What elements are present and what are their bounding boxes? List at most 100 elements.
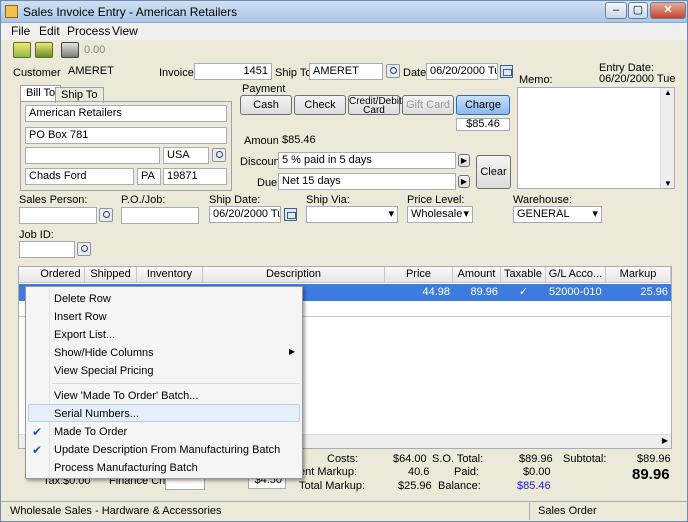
check-button[interactable]: Check — [294, 95, 346, 115]
payment-label: Payment — [242, 83, 286, 95]
toolbar-amount: 0.00 — [84, 44, 106, 56]
cash-button[interactable]: Cash — [240, 95, 292, 115]
menu-separator — [52, 383, 300, 384]
grid-header: Ordered Shipped Inventory Description Pr… — [19, 267, 671, 283]
job-id-field[interactable] — [19, 241, 75, 258]
menu-item-made-to-order[interactable]: Made To Order — [54, 426, 127, 438]
scroll-right-icon[interactable]: ▶ — [662, 436, 668, 445]
menu-view[interactable]: View — [112, 24, 138, 38]
credit-debit-button[interactable]: Credit/Debit Card — [348, 95, 402, 116]
invoice-window: Sales Invoice Entry - American Retailers… — [0, 0, 688, 522]
invoice-field[interactable]: 1451 — [194, 63, 272, 80]
update-description-check-icon: ✔ — [32, 443, 43, 457]
clear-button[interactable]: Clear — [476, 155, 511, 189]
bill-city-field[interactable]: Chads Ford — [25, 168, 134, 185]
bill-address1-field[interactable]: PO Box 781 — [25, 127, 227, 144]
date-field[interactable]: 06/20/2000 Tue — [426, 63, 498, 80]
calculator-icon[interactable] — [61, 42, 79, 58]
so-total-value: $89.96 — [519, 453, 553, 465]
menu-item-export-list[interactable]: Export List... — [54, 329, 115, 341]
salesperson-lookup-icon[interactable] — [99, 208, 113, 222]
col-ordered[interactable]: Ordered — [37, 267, 85, 283]
bill-address2-field[interactable] — [25, 147, 160, 164]
ship-to-field[interactable]: AMERET — [309, 63, 383, 80]
menu-item-update-description[interactable]: Update Description From Manufacturing Ba… — [54, 444, 280, 456]
price-level-select[interactable]: Wholesale — [407, 206, 473, 223]
po-job-label: P.O./Job: — [121, 194, 166, 206]
ship-date-field[interactable]: 06/20/2000 Tue — [209, 206, 281, 223]
col-gl-account[interactable]: G/L Acco... — [546, 267, 606, 283]
close-button[interactable]: ✕ — [650, 2, 686, 19]
menu-file[interactable]: File — [11, 24, 30, 38]
grand-total: 89.96 — [632, 466, 670, 483]
scroll-up-icon[interactable]: ▲ — [664, 88, 672, 97]
memo-textarea[interactable]: ▲ ▼ — [517, 87, 675, 189]
col-markup[interactable]: Markup — [606, 267, 671, 283]
paid-value: $0.00 — [523, 466, 551, 478]
maximize-button[interactable]: ▢ — [628, 2, 648, 19]
col-shipped[interactable]: Shipped — [85, 267, 137, 283]
discount-expand-icon[interactable]: ▶ — [458, 154, 470, 167]
col-amount[interactable]: Amount — [453, 267, 501, 283]
bill-zip-field[interactable]: 19871 — [163, 168, 227, 185]
due-field[interactable]: Net 15 days — [278, 173, 456, 190]
warehouse-label: Warehouse: — [513, 194, 572, 206]
country-lookup-icon[interactable] — [212, 148, 226, 162]
row-taxable-check-icon[interactable]: ✓ — [501, 284, 546, 300]
ship-via-select[interactable] — [306, 206, 398, 223]
col-inventory[interactable]: Inventory — [137, 267, 203, 283]
po-job-field[interactable] — [121, 207, 199, 224]
total-markup-value: $25.96 — [398, 480, 432, 492]
ship-date-calendar-icon[interactable] — [284, 208, 297, 221]
due-expand-icon[interactable]: ▶ — [458, 175, 470, 188]
scroll-down-icon[interactable]: ▼ — [664, 179, 672, 188]
menu-item-delete-row[interactable]: Delete Row — [54, 293, 111, 305]
menu-item-view-made-to-order-batch[interactable]: View 'Made To Order' Batch... — [54, 390, 198, 402]
charge-amount: $85.46 — [456, 118, 510, 131]
gift-card-button[interactable]: Gift Card — [402, 95, 454, 115]
bill-country-field[interactable]: USA — [163, 147, 209, 164]
submenu-arrow-icon: ▶ — [289, 347, 296, 356]
costs-label: Costs: — [327, 453, 359, 465]
level-icon[interactable] — [35, 42, 53, 58]
col-price[interactable]: Price — [385, 267, 453, 283]
memo-label: Memo: — [519, 74, 553, 86]
menu-item-insert-row[interactable]: Insert Row — [54, 311, 107, 323]
salesperson-field[interactable] — [19, 207, 97, 224]
balance-label: Balance: — [438, 480, 481, 492]
amount-field: $85.46 — [278, 132, 342, 149]
menu-item-view-special-pricing[interactable]: View Special Pricing — [54, 365, 153, 377]
discount-field[interactable]: 5 % paid in 5 days — [278, 152, 456, 169]
calendar-icon[interactable] — [500, 65, 513, 78]
bill-state-field[interactable]: PA — [137, 168, 161, 185]
app-icon — [5, 5, 18, 18]
menu-item-process-manufacturing-batch[interactable]: Process Manufacturing Batch — [54, 462, 198, 474]
menu-item-show-hide-columns[interactable]: Show/Hide Columns — [54, 347, 154, 359]
subtotal-label: Subtotal: — [563, 453, 607, 465]
col-taxable[interactable]: Taxable — [501, 267, 546, 283]
menu-bar: File Edit Process View — [1, 23, 687, 40]
col-description[interactable]: Description — [203, 267, 385, 283]
menu-edit[interactable]: Edit — [39, 24, 60, 38]
paid-label: Paid: — [454, 466, 480, 478]
balance-value: $85.46 — [517, 480, 551, 492]
warehouse-select[interactable]: GENERAL — [513, 206, 602, 223]
costs-value: $64.00 — [393, 453, 427, 465]
customer-id-field[interactable]: AMERET — [64, 63, 154, 80]
price-level-label: Price Level: — [407, 194, 465, 206]
row-markup: 25.96 — [640, 286, 668, 298]
ship-to-lookup-icon[interactable] — [386, 64, 400, 78]
status-divider — [529, 503, 530, 520]
job-id-label: Job ID: — [19, 229, 54, 241]
cash-register-icon[interactable] — [13, 42, 31, 58]
status-right: Sales Order — [538, 505, 597, 517]
bill-name-field[interactable]: American Retailers — [25, 105, 227, 122]
menu-item-serial-numbers[interactable]: Serial Numbers... — [54, 408, 139, 420]
memo-scrollbar[interactable]: ▲ ▼ — [660, 88, 674, 188]
minimize-button[interactable]: – — [605, 2, 627, 19]
context-menu: Delete Row Insert Row Export List... Sho… — [25, 286, 303, 479]
row-amount: 89.96 — [470, 286, 498, 298]
charge-button[interactable]: Charge — [456, 95, 510, 115]
job-id-lookup-icon[interactable] — [77, 242, 91, 256]
menu-process[interactable]: Process — [67, 24, 110, 38]
